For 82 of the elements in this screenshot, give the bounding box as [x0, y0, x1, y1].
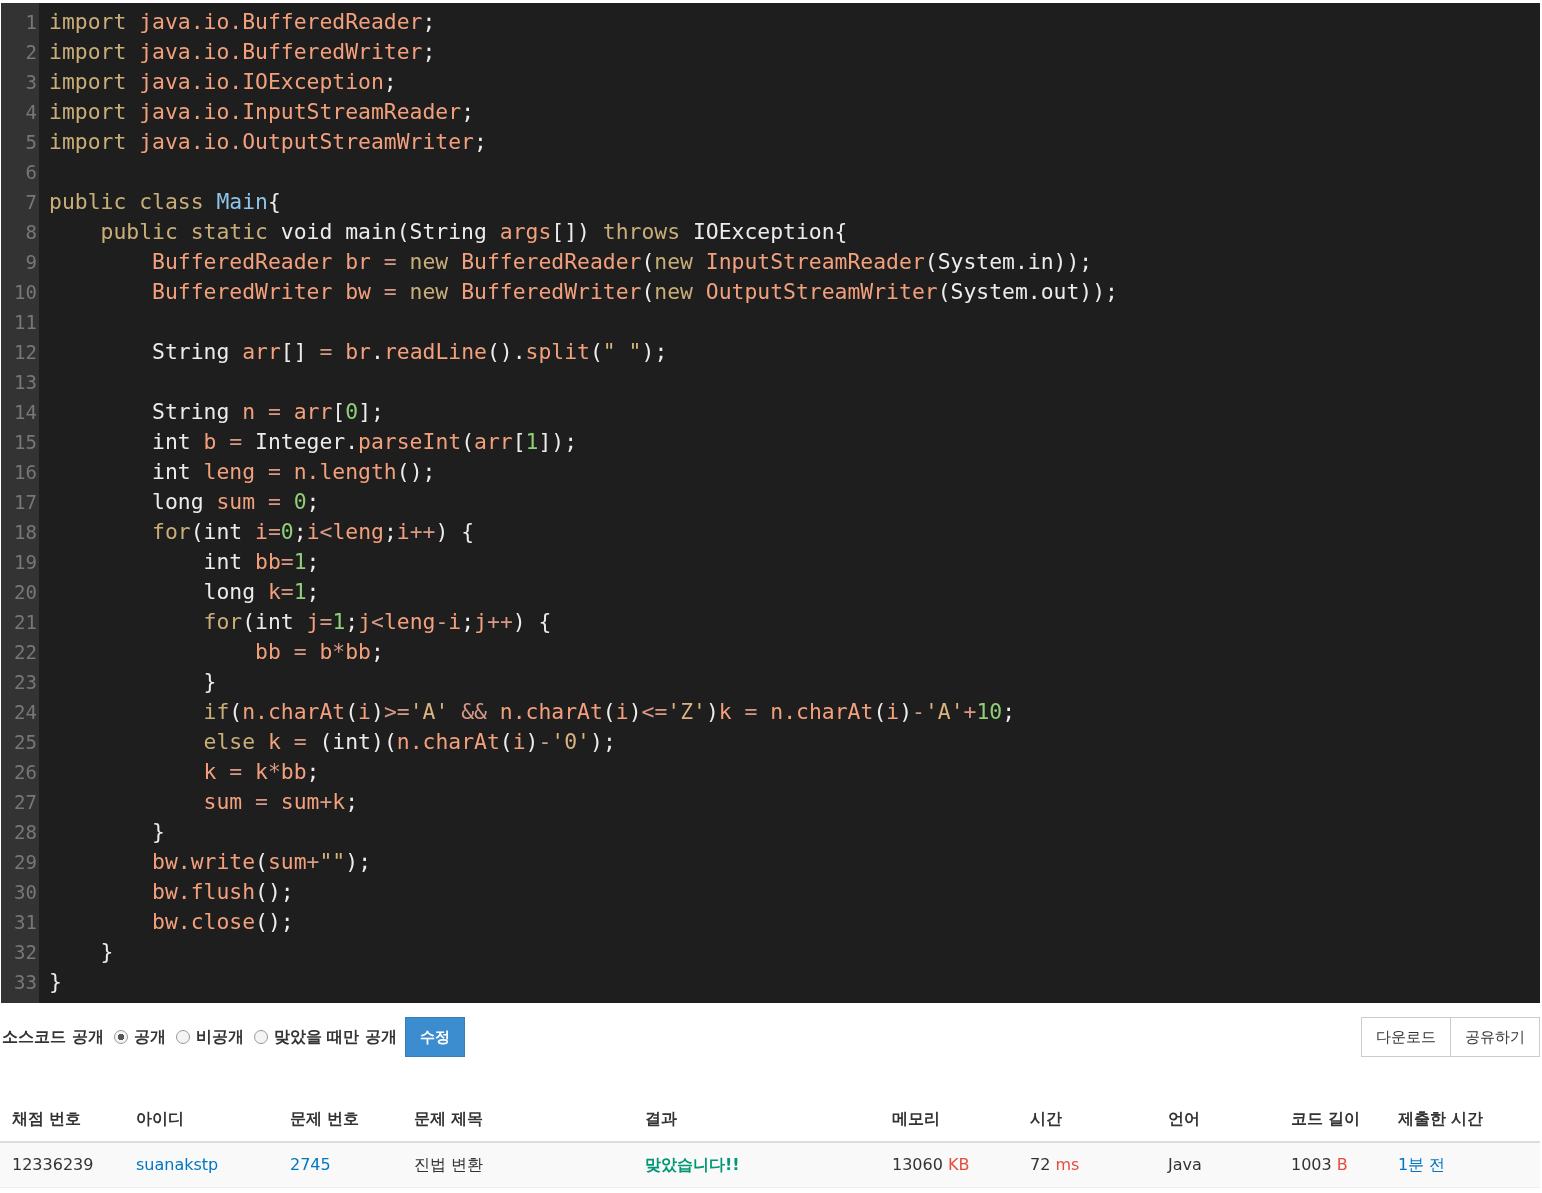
link[interactable]: 2745	[290, 1155, 331, 1174]
code-line: String arr[] = br.readLine().split(" ");	[151, 338, 669, 366]
line-number: 25	[13, 730, 38, 755]
result-text: 맞았습니다!!	[645, 1155, 740, 1174]
line-number: 24	[13, 700, 38, 725]
code-line: long sum = 0;	[151, 488, 321, 516]
line-number: 21	[13, 610, 38, 635]
action-button[interactable]: 다운로드	[1361, 1017, 1451, 1057]
line-number: 27	[13, 790, 38, 815]
line-number: 28	[13, 820, 38, 845]
code-line: import java.io.BufferedWriter;	[49, 38, 437, 66]
code-line: }	[99, 938, 115, 966]
line-number: 31	[13, 910, 38, 935]
code-line: public class Main{	[49, 188, 282, 216]
code-line: import java.io.OutputStreamWriter;	[49, 128, 488, 156]
code-line: int leng = n.length();	[151, 458, 437, 486]
radio-label[interactable]: 비공개	[195, 1026, 244, 1048]
cell-text: 진법 변환	[414, 1155, 484, 1174]
code-line: for(int j=1;j<leng-i;j++) {	[202, 608, 553, 636]
radio-label[interactable]: 공개	[133, 1026, 166, 1048]
line-number: 29	[13, 850, 38, 875]
code-line: bw.flush();	[151, 878, 295, 906]
code-line: bw.close();	[151, 908, 295, 936]
code-line: import java.io.InputStreamReader;	[49, 98, 475, 126]
line-number: 10	[13, 280, 38, 305]
edit-button[interactable]: 수정	[404, 1017, 465, 1057]
cell-value: 1003 B	[1291, 1155, 1348, 1174]
line-number: 13	[13, 370, 38, 395]
code-line: }	[151, 818, 166, 846]
line-number: 32	[13, 940, 38, 965]
code-line: for(int i=0;i<leng;i++) {	[151, 518, 476, 546]
code-line: bw.write(sum+"");	[151, 848, 372, 876]
cell-value: 72 ms	[1030, 1155, 1080, 1174]
line-number: 5	[24, 130, 38, 155]
line-number: 18	[13, 520, 38, 545]
link[interactable]: 1분 전	[1398, 1155, 1446, 1174]
code-line: k = k*bb;	[202, 758, 321, 786]
line-number: 9	[24, 250, 38, 275]
line-number: 3	[24, 70, 38, 95]
code-line: bb = b*bb;	[254, 638, 385, 666]
code-line: }	[202, 668, 218, 696]
line-number: 23	[13, 670, 38, 695]
line-number: 7	[24, 190, 38, 215]
line-number: 4	[24, 100, 38, 125]
code-line: }	[49, 968, 63, 996]
line-number: 26	[13, 760, 38, 785]
code-line: public static void main(String args[]) throws IOException{	[99, 218, 849, 246]
line-number: 11	[13, 310, 38, 335]
line-number: 33	[13, 970, 38, 995]
line-number: 16	[13, 460, 38, 485]
line-number: 2	[24, 40, 38, 65]
cell-text: 12336239	[12, 1155, 94, 1174]
code-line: int bb=1;	[202, 548, 321, 576]
radio-label[interactable]: 맞았을 때만 공개	[273, 1026, 397, 1048]
line-number: 14	[13, 400, 38, 425]
code-line: import java.io.IOException;	[49, 68, 398, 96]
visibility-label: 소스코드 공개	[2, 1026, 104, 1048]
line-number: 8	[24, 220, 38, 245]
radio-button[interactable]	[175, 1030, 190, 1044]
radio-button[interactable]	[113, 1030, 128, 1044]
code-line: sum = sum+k;	[202, 788, 360, 816]
code-line: int b = Integer.parseInt(arr[1]);	[151, 428, 579, 456]
code-line: BufferedReader br = new BufferedReader(new InputStreamReader(System.in));	[151, 248, 1094, 276]
code-line: if(n.charAt(i)>='A' && n.charAt(i)<='Z')k = n.charAt(i)-'A'+10;	[202, 698, 1017, 726]
radio-button[interactable]	[253, 1030, 268, 1044]
action-button[interactable]: 공유하기	[1450, 1017, 1540, 1057]
line-number: 1	[24, 10, 38, 35]
line-number: 20	[13, 580, 38, 605]
line-number: 19	[13, 550, 38, 575]
code-line: import java.io.BufferedReader;	[49, 8, 437, 36]
line-number: 17	[13, 490, 38, 515]
line-number: 22	[13, 640, 38, 665]
code-line: String n = arr[0];	[151, 398, 385, 426]
code-line: else k = (int)(n.charAt(i)-'0');	[202, 728, 617, 756]
code-line: long k=1;	[202, 578, 321, 606]
line-number: 12	[13, 340, 38, 365]
line-number: 30	[13, 880, 38, 905]
line-number: 15	[13, 430, 38, 455]
cell-text: Java	[1168, 1155, 1202, 1174]
code-line: BufferedWriter bw = new BufferedWriter(new OutputStreamWriter(System.out));	[151, 278, 1118, 306]
line-number: 6	[24, 160, 38, 185]
cell-value: 13060 KB	[892, 1155, 970, 1174]
